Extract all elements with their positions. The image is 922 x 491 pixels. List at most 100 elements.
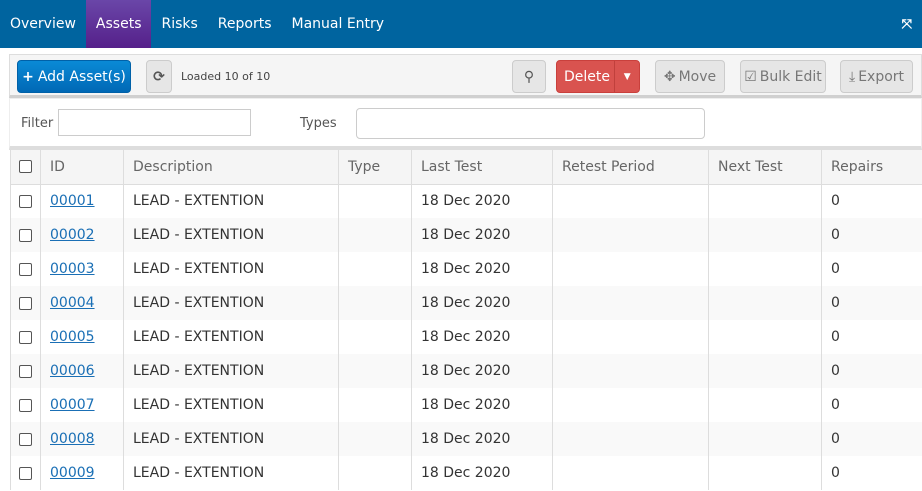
asset-id-link[interactable]: 00006 [50, 363, 95, 379]
filter-bar: Filter Types [9, 98, 922, 150]
cell-type [338, 252, 412, 286]
tab-assets[interactable]: Assets [85, 0, 152, 48]
cell-repairs: 0 [821, 354, 922, 388]
row-checkbox[interactable] [19, 398, 32, 412]
export-button[interactable]: ⤓ Export [840, 60, 913, 93]
assets-table: ID Description Type Last Test Retest Per… [10, 150, 922, 490]
search-button[interactable]: ⚲ [512, 60, 546, 93]
cell-repairs: 0 [821, 388, 922, 422]
cell-type [338, 388, 412, 422]
asset-id-link[interactable]: 00009 [50, 465, 95, 481]
cell-next-test [708, 252, 822, 286]
column-last-test[interactable]: Last Test [411, 150, 553, 185]
types-label: Types [300, 116, 337, 131]
types-input[interactable] [356, 108, 705, 139]
table-row: 00008 LEAD - EXTENTION 18 Dec 2020 0 [10, 422, 922, 456]
column-id[interactable]: ID [40, 150, 124, 185]
top-nav: Overview Assets Risks Reports Manual Ent… [0, 0, 922, 48]
add-asset-button[interactable]: + Add Asset(s) [17, 60, 131, 93]
cell-type [338, 354, 412, 388]
column-repairs[interactable]: Repairs [821, 150, 922, 185]
cell-retest-period [552, 252, 709, 286]
cell-last-test: 18 Dec 2020 [411, 388, 553, 422]
cell-last-test: 18 Dec 2020 [411, 320, 553, 354]
fullscreen-icon[interactable]: ⤧ [902, 17, 912, 32]
column-next-test[interactable]: Next Test [708, 150, 822, 185]
check-square-icon: ☑ [744, 68, 757, 85]
tab-risks[interactable]: Risks [151, 0, 207, 48]
cell-repairs: 0 [821, 456, 922, 490]
cell-retest-period [552, 218, 709, 252]
row-checkbox[interactable] [19, 432, 32, 446]
search-icon: ⚲ [523, 68, 535, 85]
asset-id-link[interactable]: 00004 [50, 295, 95, 311]
cell-retest-period [552, 320, 709, 354]
cell-retest-period [552, 456, 709, 490]
asset-id-link[interactable]: 00001 [50, 193, 95, 209]
asset-id-link[interactable]: 00007 [50, 397, 95, 413]
row-checkbox[interactable] [19, 228, 32, 242]
cell-description: LEAD - EXTENTION [123, 456, 339, 490]
column-description[interactable]: Description [123, 150, 339, 185]
plus-icon: + [22, 68, 34, 85]
cell-description: LEAD - EXTENTION [123, 286, 339, 320]
table-row: 00003 LEAD - EXTENTION 18 Dec 2020 0 [10, 252, 922, 286]
bulk-edit-button[interactable]: ☑ Bulk Edit [740, 60, 826, 93]
cell-repairs: 0 [821, 422, 922, 456]
delete-dropdown-toggle[interactable]: ▼ [614, 61, 639, 92]
cell-retest-period [552, 422, 709, 456]
cell-next-test [708, 354, 822, 388]
cell-description: LEAD - EXTENTION [123, 422, 339, 456]
table-header: ID Description Type Last Test Retest Per… [10, 150, 922, 185]
table-row: 00002 LEAD - EXTENTION 18 Dec 2020 0 [10, 218, 922, 252]
table-row: 00001 LEAD - EXTENTION 18 Dec 2020 0 [10, 184, 922, 218]
cell-next-test [708, 456, 822, 490]
cell-retest-period [552, 286, 709, 320]
toolbar: + Add Asset(s) ⟳ Loaded 10 of 10 ⚲ Delete… [9, 54, 922, 98]
column-retest-period[interactable]: Retest Period [552, 150, 709, 185]
cell-type [338, 286, 412, 320]
cell-description: LEAD - EXTENTION [123, 388, 339, 422]
cell-description: LEAD - EXTENTION [123, 320, 339, 354]
row-checkbox[interactable] [19, 364, 32, 378]
move-icon: ✥ [663, 68, 676, 85]
refresh-button[interactable]: ⟳ [146, 60, 172, 93]
row-checkbox[interactable] [19, 330, 32, 344]
row-checkbox[interactable] [19, 262, 32, 276]
cell-repairs: 0 [821, 184, 922, 218]
cell-type [338, 218, 412, 252]
cell-last-test: 18 Dec 2020 [411, 252, 553, 286]
table-row: 00009 LEAD - EXTENTION 18 Dec 2020 0 [10, 456, 922, 490]
cell-retest-period [552, 354, 709, 388]
cell-description: LEAD - EXTENTION [123, 252, 339, 286]
refresh-icon: ⟳ [153, 68, 165, 85]
filter-input[interactable] [58, 109, 251, 136]
cell-description: LEAD - EXTENTION [123, 184, 339, 218]
cell-next-test [708, 320, 822, 354]
cell-last-test: 18 Dec 2020 [411, 422, 553, 456]
table-row: 00005 LEAD - EXTENTION 18 Dec 2020 0 [10, 320, 922, 354]
cell-last-test: 18 Dec 2020 [411, 354, 553, 388]
row-checkbox[interactable] [19, 466, 32, 480]
cell-description: LEAD - EXTENTION [123, 354, 339, 388]
tab-overview[interactable]: Overview [0, 0, 86, 48]
cell-description: LEAD - EXTENTION [123, 218, 339, 252]
cell-last-test: 18 Dec 2020 [411, 218, 553, 252]
asset-id-link[interactable]: 00003 [50, 261, 95, 277]
asset-id-link[interactable]: 00002 [50, 227, 95, 243]
tab-reports[interactable]: Reports [208, 0, 282, 48]
asset-id-link[interactable]: 00005 [50, 329, 95, 345]
column-type[interactable]: Type [338, 150, 412, 185]
tab-manual-entry[interactable]: Manual Entry [282, 0, 395, 48]
delete-button[interactable]: Delete ▼ [556, 60, 640, 93]
move-button[interactable]: ✥ Move [655, 60, 725, 93]
cell-repairs: 0 [821, 218, 922, 252]
loaded-status: Loaded 10 of 10 [181, 70, 271, 83]
cell-last-test: 18 Dec 2020 [411, 286, 553, 320]
asset-id-link[interactable]: 00008 [50, 431, 95, 447]
cell-repairs: 0 [821, 320, 922, 354]
select-all-checkbox[interactable] [19, 160, 32, 174]
row-checkbox[interactable] [19, 296, 32, 310]
download-icon: ⤓ [848, 68, 856, 85]
row-checkbox[interactable] [19, 194, 32, 208]
